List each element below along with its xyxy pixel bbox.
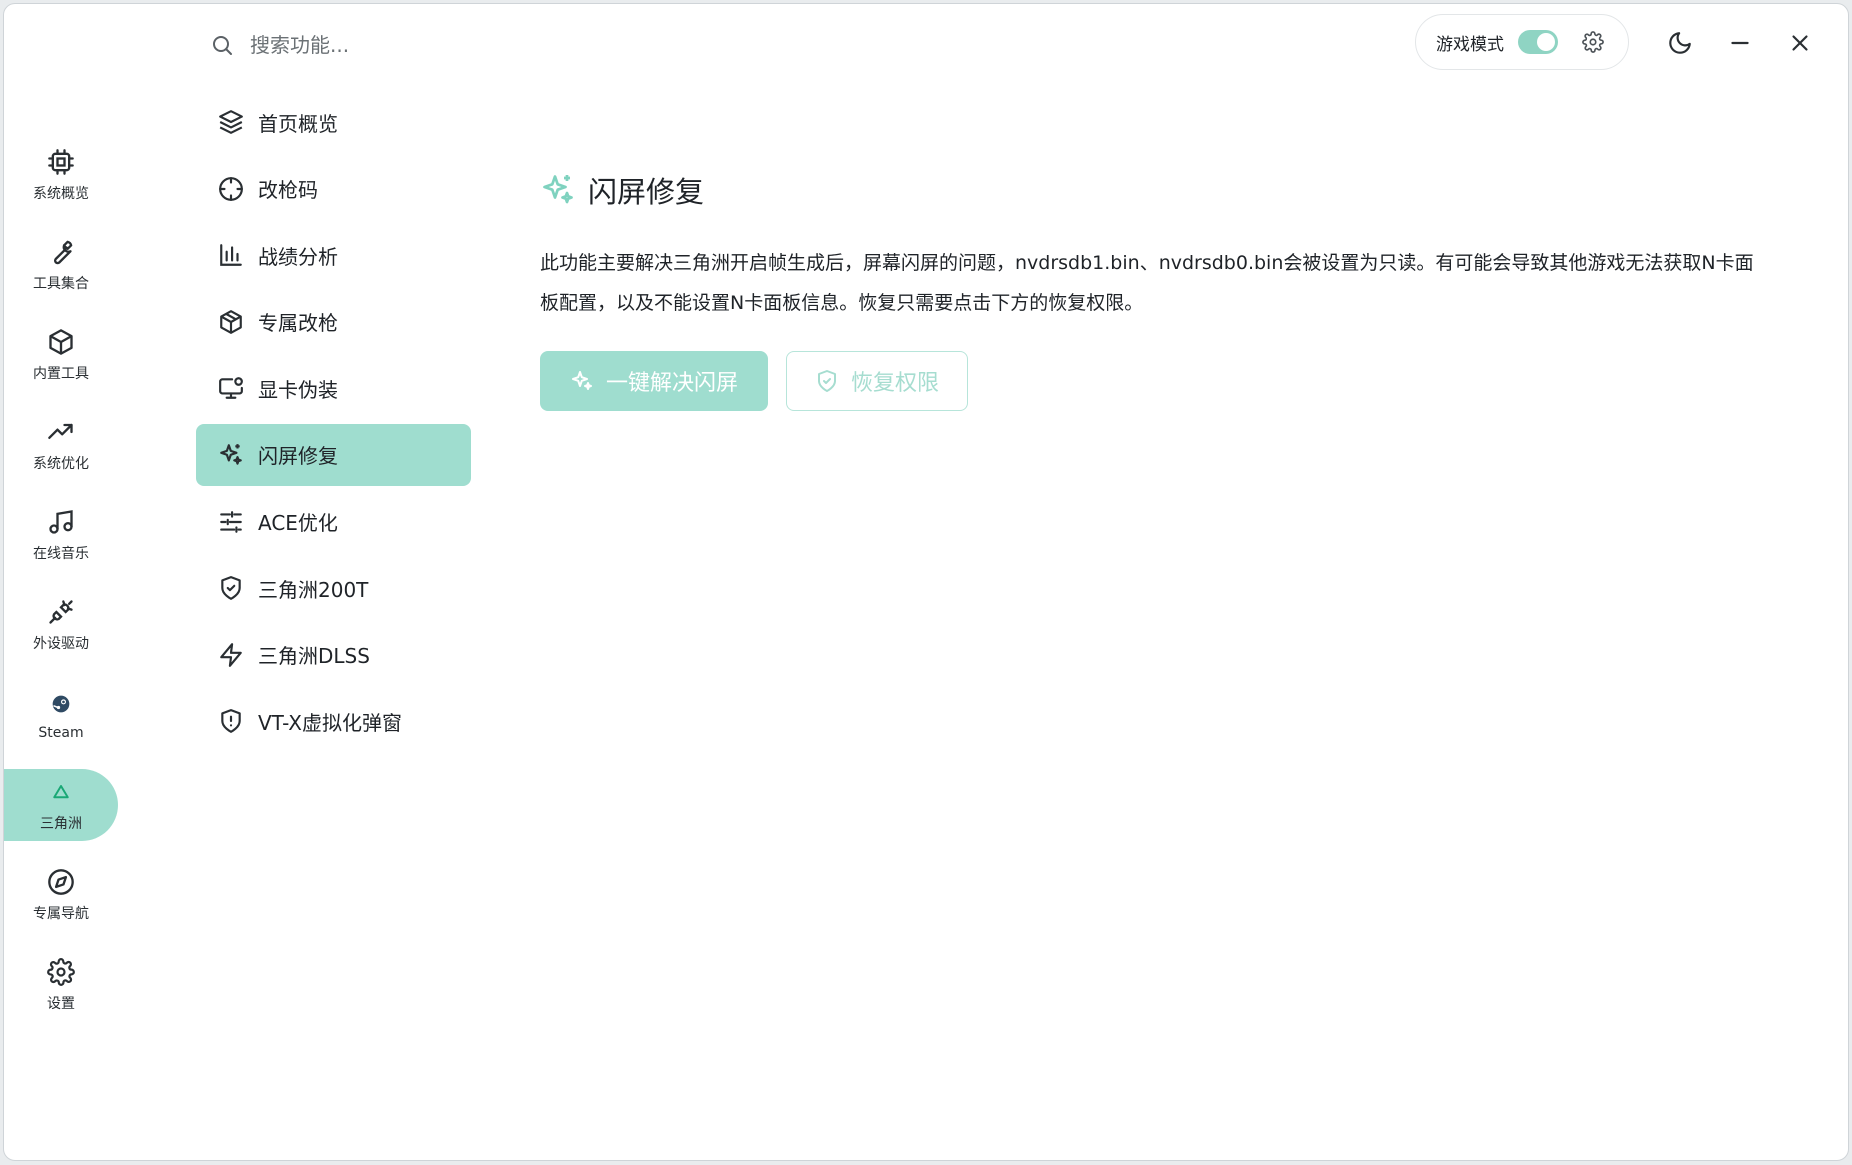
search-icon: [210, 33, 234, 57]
rail-item-steam[interactable]: Steam: [4, 679, 118, 751]
minimize-icon[interactable]: [1725, 28, 1755, 58]
bar-chart-icon: [218, 242, 244, 268]
triangle-icon: [46, 777, 76, 807]
secondary-menu: 首页概览 改枪码 战绩分析 专属改枪 显卡伪装 闪屏修复 ACE优化 三角洲20…: [196, 91, 471, 757]
game-mode-settings-icon[interactable]: [1582, 31, 1604, 53]
trending-up-icon: [46, 417, 76, 447]
shield-check-icon: [815, 369, 839, 393]
wrench-icon: [46, 237, 76, 267]
page-header: 闪屏修复: [540, 169, 1770, 211]
zap-icon: [218, 642, 244, 668]
compass-icon: [46, 867, 76, 897]
shield-alert-icon: [218, 708, 244, 734]
rail-item-tools[interactable]: 工具集合: [4, 229, 118, 301]
search-bar: [210, 28, 610, 62]
menu-item-custom-gun[interactable]: 专属改枪: [196, 291, 471, 353]
rail-item-nav[interactable]: 专属导航: [4, 859, 118, 931]
menu-item-gun-code[interactable]: 改枪码: [196, 158, 471, 220]
rail-item-system-overview[interactable]: 系统概览: [4, 139, 118, 211]
page-title: 闪屏修复: [588, 175, 705, 209]
package-icon: [46, 327, 76, 357]
sparkles-icon: [218, 442, 244, 468]
plug-icon: [46, 597, 76, 627]
rail-item-peripheral-drivers[interactable]: 外设驱动: [4, 589, 118, 661]
menu-item-delta-200t[interactable]: 三角洲200T: [196, 557, 471, 619]
action-buttons: 一键解决闪屏 恢复权限: [540, 351, 1770, 411]
feature-description: 此功能主要解决三角洲开启帧生成后，屏幕闪屏的问题，nvdrsdb1.bin、nv…: [540, 252, 1754, 314]
sparkles-icon: [570, 369, 594, 393]
sparkles-icon: [540, 172, 576, 208]
crosshair-icon: [218, 176, 244, 202]
shield-check-icon: [218, 575, 244, 601]
menu-item-vtx-popup[interactable]: VT-X虚拟化弹窗: [196, 690, 471, 752]
fix-flicker-button[interactable]: 一键解决闪屏: [540, 351, 768, 411]
sliders-icon: [218, 509, 244, 535]
menu-item-stats[interactable]: 战绩分析: [196, 224, 471, 286]
close-icon[interactable]: [1785, 28, 1815, 58]
restore-permission-button[interactable]: 恢复权限: [786, 351, 968, 411]
game-mode-label: 游戏模式: [1436, 34, 1504, 55]
cpu-icon: [46, 147, 76, 177]
rail-item-settings[interactable]: 设置: [4, 949, 118, 1021]
search-input[interactable]: [248, 32, 592, 58]
theme-moon-icon[interactable]: [1665, 28, 1695, 58]
app-window: 游戏模式 系统概览 工具集合 内置工具: [3, 3, 1849, 1161]
menu-item-delta-dlss[interactable]: 三角洲DLSS: [196, 624, 471, 686]
main-content: 闪屏修复 此功能主要解决三角洲开启帧生成后，屏幕闪屏的问题，nvdrsdb1.b…: [540, 169, 1770, 411]
menu-item-flicker-fix[interactable]: 闪屏修复: [196, 423, 471, 486]
steam-icon: [46, 689, 76, 719]
layers-icon: [218, 109, 244, 135]
music-icon: [46, 507, 76, 537]
game-mode-toggle[interactable]: [1518, 30, 1558, 54]
menu-item-home[interactable]: 首页概览: [196, 91, 471, 153]
rail-item-builtin-tools[interactable]: 内置工具: [4, 319, 118, 391]
rail-item-online-music[interactable]: 在线音乐: [4, 499, 118, 571]
gear-icon: [46, 957, 76, 987]
menu-item-ace-optimize[interactable]: ACE优化: [196, 491, 471, 553]
primary-nav-rail: 系统概览 工具集合 内置工具 系统优化 在线音乐 外设驱动 Steam 三角洲 …: [4, 139, 118, 1039]
menu-item-gpu-spoof[interactable]: 显卡伪装: [196, 357, 471, 419]
box-icon: [218, 309, 244, 335]
restore-permission-label: 恢复权限: [850, 371, 939, 396]
game-mode-control: 游戏模式: [1415, 14, 1629, 70]
fix-flicker-label: 一键解决闪屏: [605, 371, 738, 396]
monitor-cog-icon: [218, 375, 244, 401]
rail-item-delta[interactable]: 三角洲: [4, 769, 118, 841]
rail-item-system-optimize[interactable]: 系统优化: [4, 409, 118, 481]
